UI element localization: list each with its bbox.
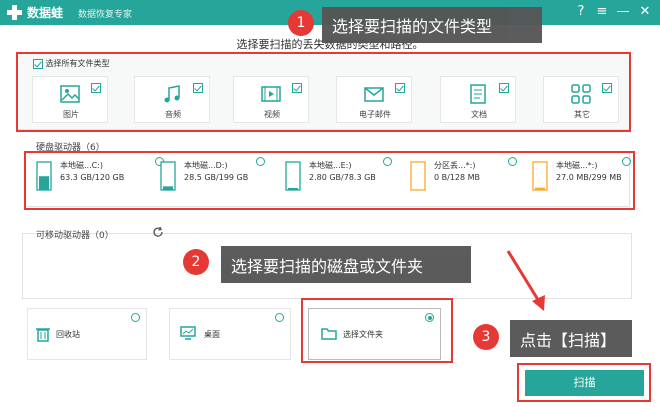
drive-name: 本地磁...*:) bbox=[556, 161, 598, 170]
callout-step-1: 选择要扫描的文件类型 bbox=[322, 7, 542, 43]
drive-item[interactable]: 本地磁...E:) 2.80 GB/78.3 GB bbox=[285, 155, 392, 197]
highlight-file-types bbox=[16, 52, 631, 132]
callout-step-3: 点击【扫描】 bbox=[510, 320, 632, 357]
desktop-icon bbox=[180, 326, 196, 340]
drive-icon bbox=[36, 161, 52, 191]
location-radio[interactable] bbox=[275, 313, 284, 322]
drive-size: 27.0 MB/299 MB bbox=[556, 173, 622, 182]
drive-frame bbox=[410, 161, 426, 191]
drive-icon bbox=[285, 161, 301, 191]
drive-radio[interactable] bbox=[622, 157, 631, 166]
location-label: 桌面 bbox=[204, 330, 220, 339]
location-label: 回收站 bbox=[56, 330, 80, 339]
help-icon[interactable]: ? bbox=[572, 3, 590, 21]
drive-size: 28.5 GB/199 GB bbox=[184, 173, 249, 182]
close-icon[interactable]: ✕ bbox=[636, 3, 654, 21]
drive-size: 0 B/128 MB bbox=[434, 173, 481, 182]
drive-frame bbox=[285, 161, 301, 191]
drive-name: 本地磁...C:) bbox=[60, 161, 104, 170]
drive-name: 本地磁...E:) bbox=[309, 161, 352, 170]
drive-frame bbox=[532, 161, 548, 191]
app-subtitle: 数据恢复专家 bbox=[78, 10, 133, 20]
arrow-icon bbox=[506, 250, 545, 311]
callout-text: 选择要扫描的文件类型 bbox=[332, 17, 493, 36]
drive-usage-fill bbox=[288, 188, 298, 190]
drive-usage-fill bbox=[39, 176, 49, 190]
menu-icon[interactable]: ≡ bbox=[593, 3, 611, 21]
drive-name: 分区丢...*:) bbox=[434, 161, 476, 170]
step-badge-2: 2 bbox=[183, 249, 209, 275]
refresh-icon[interactable] bbox=[152, 226, 164, 238]
drive-radio[interactable] bbox=[383, 157, 392, 166]
drive-icon bbox=[410, 161, 426, 191]
drive-name: 本地磁...D:) bbox=[184, 161, 228, 170]
location-radio[interactable] bbox=[131, 313, 140, 322]
app-logo-icon bbox=[7, 5, 22, 20]
drive-icon bbox=[532, 161, 548, 191]
minimize-icon[interactable]: — bbox=[614, 3, 632, 21]
location-recycle-bin[interactable]: 回收站 bbox=[27, 308, 147, 360]
callout-text: 点击【扫描】 bbox=[520, 330, 617, 350]
drive-item[interactable]: 分区丢...*:) 0 B/128 MB bbox=[410, 155, 517, 197]
highlight-folder bbox=[301, 298, 453, 363]
drive-usage-fill bbox=[163, 186, 173, 190]
drive-radio[interactable] bbox=[256, 157, 265, 166]
drive-usage-fill bbox=[535, 187, 545, 190]
callout-step-2: 选择要扫描的磁盘或文件夹 bbox=[221, 246, 471, 283]
drive-frame bbox=[160, 161, 176, 191]
drive-size: 2.80 GB/78.3 GB bbox=[309, 173, 376, 182]
drive-icon bbox=[160, 161, 176, 191]
drive-item[interactable]: 本地磁...*:) 27.0 MB/299 MB bbox=[532, 155, 632, 197]
drive-item[interactable]: 本地磁...D:) 28.5 GB/199 GB bbox=[160, 155, 265, 197]
drive-item[interactable]: 本地磁...C:) 63.3 GB/120 GB bbox=[36, 155, 164, 197]
highlight-scan bbox=[517, 363, 651, 402]
removable-title: 可移动驱动器（0） bbox=[36, 231, 114, 241]
trash-icon bbox=[36, 328, 50, 342]
callout-text: 选择要扫描的磁盘或文件夹 bbox=[231, 256, 424, 276]
drive-size: 63.3 GB/120 GB bbox=[60, 173, 125, 182]
drive-radio[interactable] bbox=[508, 157, 517, 166]
step-badge-3: 3 bbox=[473, 324, 499, 350]
step-badge-1: 1 bbox=[288, 10, 314, 36]
app-name: 数据蛙 bbox=[27, 6, 64, 20]
location-desktop[interactable]: 桌面 bbox=[169, 308, 291, 360]
